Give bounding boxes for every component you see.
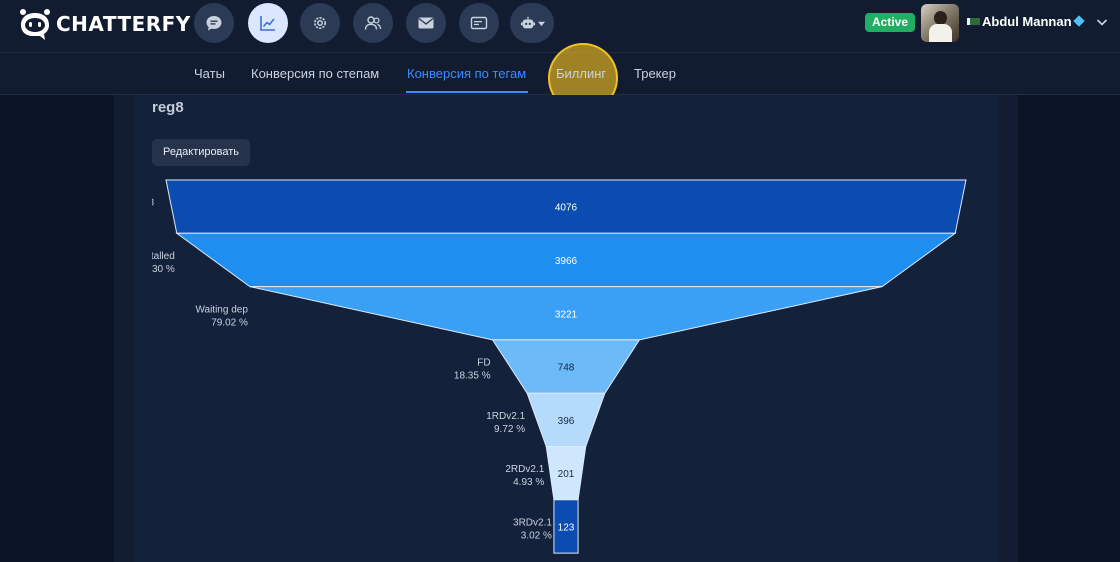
tab-billing[interactable]: Биллинг (556, 66, 606, 81)
funnel-stage-label: FD (477, 358, 490, 369)
funnel-stage-percent: 4.93 % (513, 477, 544, 488)
funnel-stage-label: Waiting dep (195, 304, 248, 315)
funnel-value-label: 123 (558, 522, 575, 533)
funnel-stage-label: clickInstalled (118, 251, 175, 262)
funnel-chart: 4076 reg8 3966 clickInstalled 97.30 % 3221 Wai… (118, 179, 967, 554)
funnel-stage-label: 1RDv2.1 (486, 411, 525, 422)
funnel-stage-percent: 3.02 % (521, 530, 552, 541)
funnel-stage-percent: 79.02 % (211, 317, 248, 328)
funnel-value-label: 748 (558, 363, 575, 374)
funnel-value-label: 3221 (555, 309, 578, 320)
funnel-value-label: 201 (558, 469, 575, 480)
funnel-stage-label: 3RDv2.1 (513, 517, 552, 528)
funnel-stage-percent: 9.72 % (494, 424, 525, 435)
tab-tracker[interactable]: Трекер (634, 66, 676, 81)
funnel-value-label: 3966 (555, 256, 578, 267)
funnel-stage-label: reg8 (134, 198, 154, 209)
funnel-stage-percent: 97.30 % (138, 264, 175, 275)
funnel-value-label: 396 (558, 416, 575, 427)
funnel-layer: 4076 reg8 3966 clickInstalled 97.30 % 3221 Wai… (118, 179, 967, 554)
funnel-stage-percent: 18.35 % (454, 371, 491, 382)
funnel-value-label: 4076 (555, 203, 578, 214)
funnel-stage-label: 2RDv2.1 (505, 464, 544, 475)
